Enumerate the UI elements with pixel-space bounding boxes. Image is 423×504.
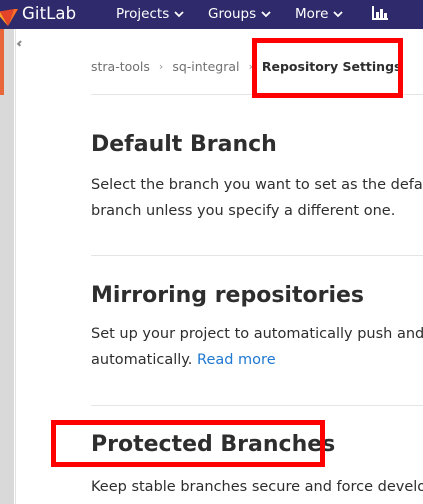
chevron-down-icon bbox=[174, 11, 184, 18]
section-description-line: Set up your project to automatically pus… bbox=[91, 326, 423, 342]
nav-more-label: More bbox=[295, 6, 329, 22]
chart-bar-icon[interactable] bbox=[371, 4, 389, 22]
section-description-text: automatically. bbox=[91, 352, 193, 368]
nav-projects-dropdown[interactable]: Projects bbox=[116, 6, 184, 22]
nav-projects-label: Projects bbox=[116, 6, 170, 22]
section-description-line: branch unless you specify a different on… bbox=[91, 203, 396, 219]
chevron-right-icon: › bbox=[158, 59, 164, 73]
sidebar-active-marker bbox=[0, 29, 4, 95]
breadcrumb-divider bbox=[91, 94, 423, 95]
breadcrumb-current-page[interactable]: Repository Settings bbox=[262, 59, 402, 74]
section-description-line: Select the branch you want to set as the… bbox=[91, 177, 423, 193]
section-description-line-with-link: automatically. Read more bbox=[91, 347, 423, 373]
brand-name[interactable]: GitLab bbox=[22, 4, 76, 23]
section-description-line: Keep stable branches secure and force de… bbox=[91, 479, 423, 495]
collapse-chevron-icon[interactable] bbox=[16, 40, 24, 47]
section-divider bbox=[91, 405, 423, 406]
chevron-down-icon bbox=[261, 11, 271, 18]
section-title-default-branch: Default Branch bbox=[91, 132, 277, 157]
chevron-down-icon bbox=[333, 11, 344, 18]
breadcrumb: stra-tools › sq-integral › Repository Se… bbox=[91, 57, 401, 75]
gitlab-logo-icon[interactable] bbox=[0, 0, 20, 29]
section-title-protected-branches: Protected Branches bbox=[91, 432, 336, 457]
nav-more-dropdown[interactable]: More bbox=[295, 6, 344, 22]
nav-groups-dropdown[interactable]: Groups bbox=[208, 6, 271, 22]
section-title-mirroring: Mirroring repositories bbox=[91, 283, 365, 308]
breadcrumb-project-link[interactable]: sq-integral bbox=[172, 59, 239, 74]
read-more-link[interactable]: Read more bbox=[197, 352, 276, 368]
sidebar bbox=[0, 29, 14, 504]
section-divider bbox=[91, 255, 423, 256]
nav-groups-label: Groups bbox=[208, 6, 257, 22]
top-navbar: GitLab Projects Groups More bbox=[0, 0, 423, 29]
breadcrumb-group-link[interactable]: stra-tools bbox=[91, 59, 150, 74]
chevron-right-icon: › bbox=[248, 59, 253, 73]
sidebar-divider bbox=[15, 29, 16, 504]
